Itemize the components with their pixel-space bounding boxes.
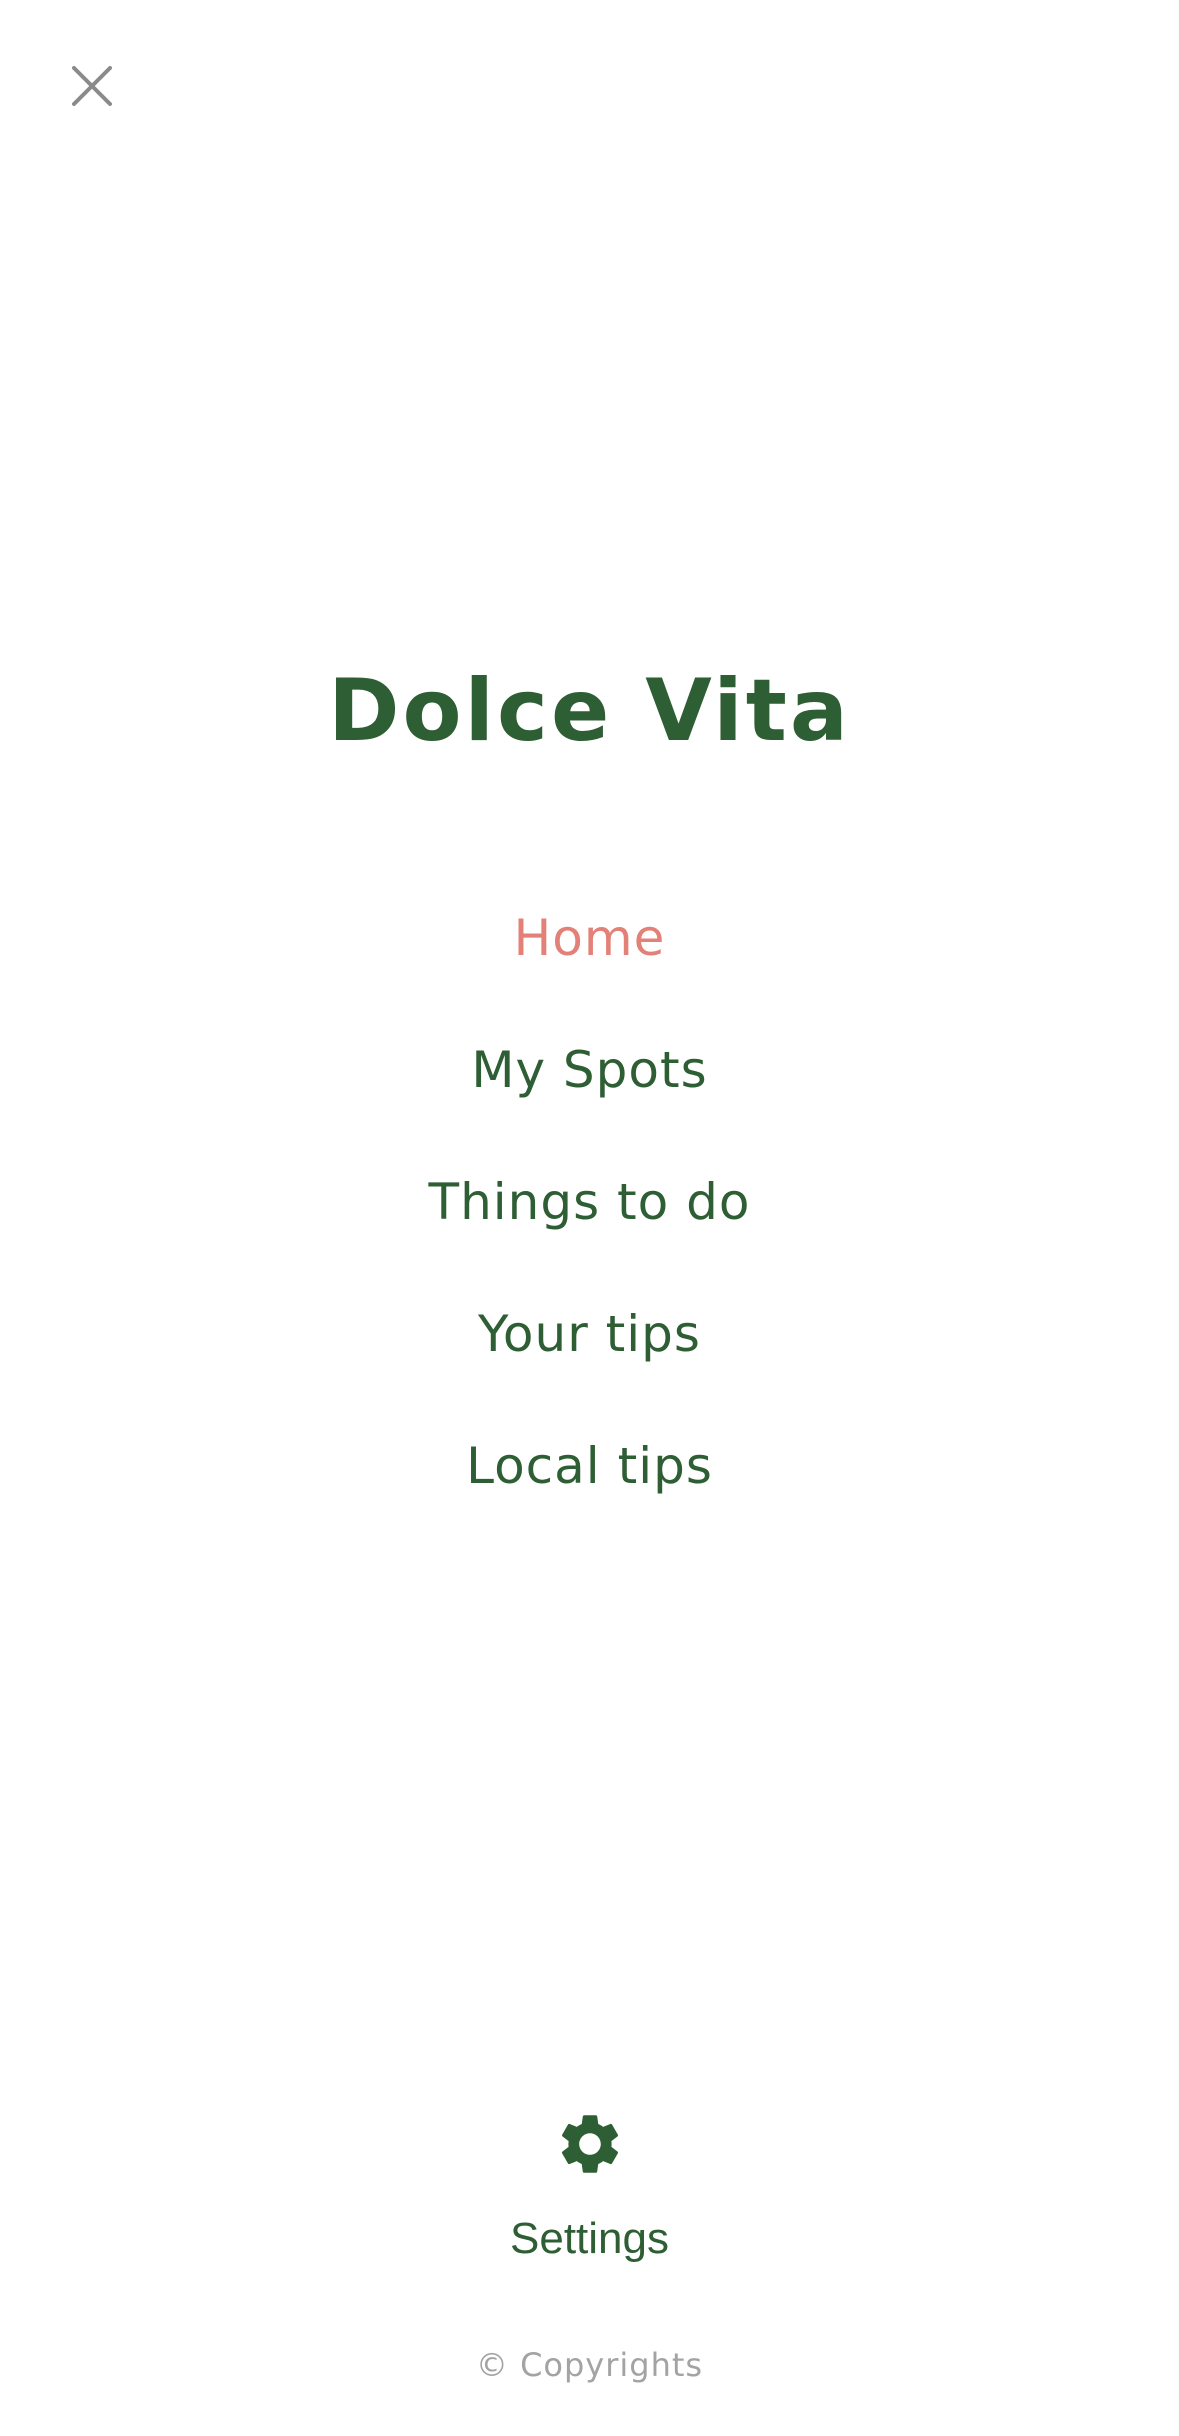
gear-icon xyxy=(561,2115,618,2173)
menu-item-home[interactable]: Home xyxy=(0,902,1179,1034)
settings-label: Settings xyxy=(510,2214,669,2263)
menu-item-my-spots[interactable]: My Spots xyxy=(0,1034,1179,1166)
settings-button[interactable]: Settings xyxy=(0,2108,1179,2264)
copyright-text: © Copyrights xyxy=(475,2346,704,2384)
menu-item-things-to-do[interactable]: Things to do xyxy=(0,1166,1179,1298)
menu-item-local-tips[interactable]: Local tips xyxy=(0,1430,1179,1562)
menu-item-your-tips[interactable]: Your tips xyxy=(0,1298,1179,1430)
close-button[interactable] xyxy=(58,52,126,120)
app-title: Dolce Vita xyxy=(328,661,851,761)
close-icon xyxy=(72,66,112,106)
main-menu: Home My Spots Things to do Your tips Loc… xyxy=(0,902,1179,1562)
